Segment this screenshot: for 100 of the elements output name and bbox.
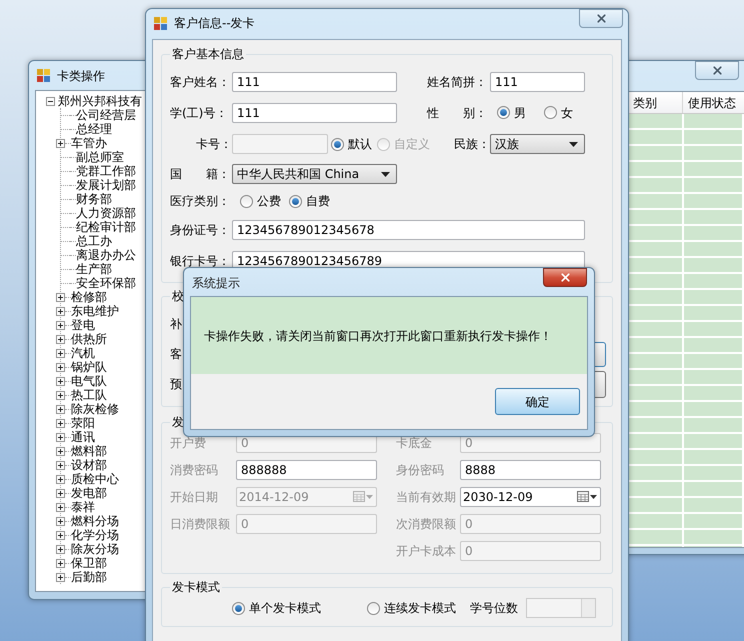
radio-option[interactable]: 女: [544, 104, 573, 122]
radio-option[interactable]: 自费: [289, 192, 330, 210]
expand-icon[interactable]: [56, 320, 65, 330]
expand-icon[interactable]: [56, 390, 65, 400]
app-icon: [37, 69, 51, 82]
expand-icon[interactable]: [56, 544, 65, 554]
expand-icon[interactable]: [56, 306, 65, 316]
expand-icon[interactable]: [56, 138, 65, 148]
expand-icon[interactable]: [56, 488, 65, 498]
expand-icon[interactable]: [56, 404, 65, 414]
tree-item[interactable]: 总工办: [76, 234, 112, 248]
expand-icon[interactable]: [56, 530, 65, 540]
radio-option[interactable]: 男: [497, 104, 526, 122]
tree-item[interactable]: 后勤部: [71, 570, 107, 584]
tree-item[interactable]: 燃料部: [71, 444, 107, 458]
expand-icon[interactable]: [56, 376, 65, 386]
text-field[interactable]: 111: [232, 72, 397, 92]
expand-icon[interactable]: [56, 432, 65, 442]
tree-item[interactable]: 汽机: [71, 346, 95, 360]
caret-icon: [569, 142, 578, 146]
tree-item[interactable]: 离退办办公: [76, 248, 136, 262]
expand-icon[interactable]: [56, 516, 65, 526]
tree-item[interactable]: 郑州兴邦科技有: [58, 94, 142, 108]
tree-item[interactable]: 公司经营层: [76, 108, 136, 122]
field-label: 国 籍：: [170, 166, 231, 183]
text-field[interactable]: 888888: [236, 460, 377, 480]
caret-icon: [381, 172, 390, 176]
tree-item[interactable]: 人力资源部: [76, 206, 136, 220]
field-label: 身份证号：: [170, 222, 231, 238]
tree-item[interactable]: 发电部: [71, 486, 107, 500]
tree-item[interactable]: 燃料分场: [71, 514, 119, 528]
close-icon: [558, 271, 572, 284]
field-label: 当前有效期: [396, 488, 457, 506]
app-icon: [154, 16, 168, 30]
tree-item[interactable]: 检修部: [71, 290, 107, 304]
tree-item[interactable]: 化学分场: [71, 528, 119, 542]
tree-item[interactable]: 党群工作部: [76, 164, 136, 178]
column-header[interactable]: 使用状态: [683, 92, 743, 113]
field-label: 开户卡成本: [396, 542, 457, 560]
tree-item[interactable]: 供热所: [71, 332, 107, 346]
field-label: 日消费限额: [170, 516, 231, 532]
tree-item[interactable]: 生产部: [76, 262, 112, 276]
number-field[interactable]: [526, 598, 596, 618]
radio-option[interactable]: 单个发卡模式: [232, 599, 367, 617]
dropdown[interactable]: 汉族: [490, 134, 585, 154]
text-field[interactable]: 111: [490, 72, 585, 92]
tree-item[interactable]: 除灰检修: [71, 402, 119, 416]
tree-item[interactable]: 登电: [71, 318, 95, 332]
field-label: 开户费: [170, 434, 207, 452]
tree-item[interactable]: 锅炉队: [71, 360, 107, 374]
caret-icon: [366, 494, 373, 498]
tree-item[interactable]: 荥阳: [71, 416, 95, 430]
calendar-icon: [353, 491, 365, 502]
radio-option[interactable]: 公费: [240, 192, 281, 210]
close-button[interactable]: [695, 61, 739, 80]
field-label: 卡号：: [195, 136, 232, 153]
tree-item[interactable]: 发展计划部: [76, 178, 136, 192]
field-label: 开始日期: [170, 488, 219, 506]
text-field[interactable]: 111: [232, 102, 397, 122]
close-button[interactable]: [579, 9, 623, 28]
expand-icon[interactable]: [56, 558, 65, 568]
field-label: 医疗类别：: [170, 193, 231, 210]
expand-icon[interactable]: [56, 446, 65, 456]
expand-icon[interactable]: [56, 502, 65, 512]
text-field[interactable]: 8888: [460, 460, 601, 480]
tree-item[interactable]: 质检中心: [71, 472, 119, 486]
text-field[interactable]: 123456789012345678: [232, 220, 585, 240]
close-icon: [594, 12, 608, 25]
tree-item[interactable]: 除灰分场: [71, 542, 119, 556]
tree-item[interactable]: 总经理: [76, 122, 112, 136]
close-button[interactable]: [543, 268, 587, 287]
expand-icon[interactable]: [56, 348, 65, 358]
tree-item[interactable]: 保卫部: [71, 556, 107, 570]
close-icon: [710, 64, 724, 77]
dropdown[interactable]: 中华人民共和国 China: [232, 164, 397, 184]
expand-icon[interactable]: [56, 334, 65, 344]
tree-item[interactable]: 电气队: [71, 374, 107, 388]
tree-item[interactable]: 副总师室: [76, 150, 124, 164]
ok-button[interactable]: 确定: [495, 388, 580, 415]
tree-item[interactable]: 安全环保部: [76, 276, 136, 290]
tree-item[interactable]: 车管办: [71, 136, 107, 150]
expand-icon[interactable]: [56, 292, 65, 302]
expand-icon[interactable]: [56, 460, 65, 470]
window-title: 客户信息--发卡: [174, 15, 255, 32]
radio-option[interactable]: 连续发卡模式: [367, 599, 456, 617]
tree-item[interactable]: 热工队: [71, 388, 107, 402]
date-field[interactable]: 2030-12-09: [460, 486, 601, 506]
tree-item[interactable]: 东电维护: [71, 304, 119, 318]
field-label: 客: [170, 346, 183, 363]
tree-item[interactable]: 财务部: [76, 192, 112, 206]
field-label: 学(工)号：: [170, 104, 228, 122]
expand-icon[interactable]: [56, 474, 65, 484]
tree-item[interactable]: 纪检审计部: [76, 220, 136, 234]
expand-icon[interactable]: [56, 418, 65, 428]
tree-item[interactable]: 通讯: [71, 430, 95, 444]
tree-item[interactable]: 泰祥: [71, 500, 95, 514]
expand-icon[interactable]: [56, 572, 65, 582]
expand-icon[interactable]: [56, 362, 65, 372]
field-label: 姓名简拼：: [427, 74, 488, 90]
tree-item[interactable]: 设材部: [71, 458, 107, 472]
